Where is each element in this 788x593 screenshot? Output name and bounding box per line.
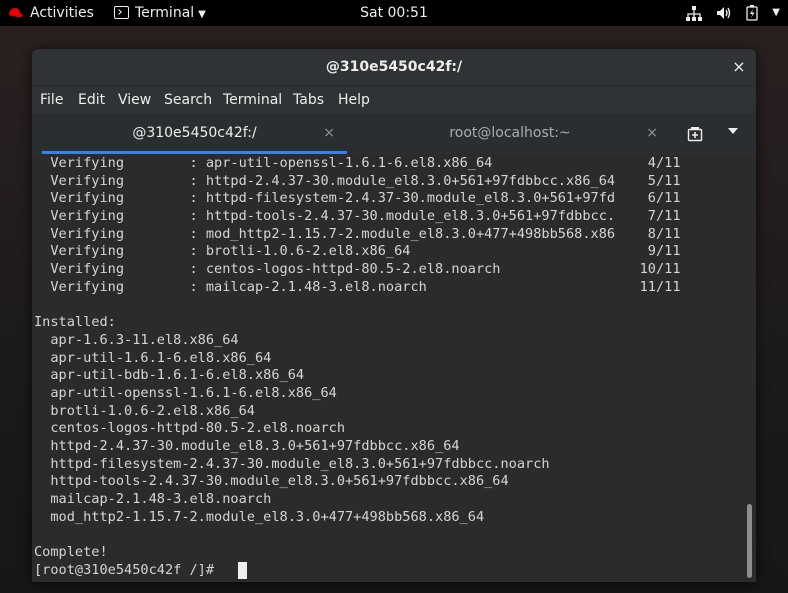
top-bar: Activities Terminal ▼ Sat 00:51 ▼ <box>0 0 788 26</box>
verifying-line: Verifying : httpd-2.4.37-30.module_el8.3… <box>34 172 681 189</box>
menu-bar: File Edit View Search Terminal Tabs Help <box>32 86 756 114</box>
installed-package: apr-util-openssl-1.6.1-6.el8.x86_64 <box>34 384 337 401</box>
tab-label: @310e5450c42f:/ <box>132 125 257 141</box>
installed-package: mod_http2-1.15.7-2.module_el8.3.0+477+49… <box>34 508 485 525</box>
menu-search[interactable]: Search <box>164 86 212 114</box>
clock[interactable]: Sat 00:51 <box>360 5 428 21</box>
menu-view[interactable]: View <box>118 86 151 114</box>
installed-package: apr-util-1.6.1-6.el8.x86_64 <box>34 349 272 366</box>
activities-label: Activities <box>30 5 94 21</box>
volume-icon[interactable] <box>716 6 732 20</box>
menu-help[interactable]: Help <box>338 86 370 114</box>
text-cursor <box>238 562 247 579</box>
terminal-icon <box>114 5 129 19</box>
verifying-line: Verifying : centos-logos-httpd-80.5-2.el… <box>34 261 681 278</box>
verifying-line: Verifying : brotli-1.0.6-2.el8.x86_64 9/… <box>34 243 681 260</box>
verifying-line: Verifying : httpd-filesystem-2.4.37-30.m… <box>34 190 681 207</box>
tab-label: root@localhost:~ <box>449 125 571 141</box>
chevron-down-icon: ▼ <box>198 9 206 20</box>
installed-package: httpd-tools-2.4.37-30.module_el8.3.0+561… <box>34 473 509 490</box>
tab-bar: @310e5450c42f:/ × root@localhost:~ × <box>32 114 756 154</box>
tab-close-button[interactable]: × <box>646 114 658 152</box>
verifying-line: Verifying : apr-util-openssl-1.6.1-6.el8… <box>34 155 681 171</box>
system-status-area[interactable]: ▼ <box>686 0 780 26</box>
installed-package: httpd-2.4.37-30.module_el8.3.0+561+97fdb… <box>34 438 460 454</box>
complete-message: Complete! <box>34 544 108 561</box>
activities-button[interactable]: Activities <box>6 0 94 26</box>
terminal-text: Verifying : apr-util-openssl-1.6.1-6.el8… <box>34 155 681 580</box>
app-menu-label: Terminal <box>135 5 195 21</box>
tab-310e5450c42f[interactable]: @310e5450c42f:/ × <box>42 114 347 154</box>
new-tab-icon[interactable] <box>687 126 703 142</box>
app-menu[interactable]: Terminal ▼ <box>114 0 206 26</box>
scrollbar-thumb[interactable] <box>747 504 752 578</box>
window-titlebar[interactable]: @310e5450c42f:/ × <box>32 49 756 86</box>
window-title: @310e5450c42f:/ <box>325 59 463 75</box>
installed-package: httpd-filesystem-2.4.37-30.module_el8.3.… <box>34 455 550 472</box>
system-menu-chevron-icon[interactable]: ▼ <box>772 0 780 26</box>
terminal-output[interactable]: Verifying : apr-util-openssl-1.6.1-6.el8… <box>32 154 756 582</box>
redhat-logo <box>6 8 23 19</box>
installed-header: Installed: <box>34 314 116 331</box>
installed-package: centos-logos-httpd-80.5-2.el8.noarch <box>34 420 345 437</box>
network-icon[interactable] <box>686 5 703 21</box>
installed-package: apr-1.6.3-11.el8.x86_64 <box>34 331 239 348</box>
terminal-window: @310e5450c42f:/ × File Edit View Search … <box>32 49 756 582</box>
tab-menu-chevron-icon[interactable] <box>728 128 738 134</box>
shell-prompt: [root@310e5450c42f /]# <box>34 561 223 578</box>
tab-root-localhost[interactable]: root@localhost:~ × <box>350 114 670 154</box>
installed-package: apr-util-bdb-1.6.1-6.el8.x86_64 <box>34 367 305 384</box>
battery-icon[interactable] <box>746 5 758 21</box>
verifying-line: Verifying : mailcap-2.1.48-3.el8.noarch … <box>34 278 681 295</box>
verifying-line: Verifying : httpd-tools-2.4.37-30.module… <box>34 208 681 225</box>
menu-file[interactable]: File <box>40 86 63 114</box>
menu-tabs[interactable]: Tabs <box>293 86 324 114</box>
close-window-button[interactable]: × <box>730 58 748 76</box>
menu-terminal[interactable]: Terminal <box>223 86 282 114</box>
menu-edit[interactable]: Edit <box>78 86 105 114</box>
installed-package: mailcap-2.1.48-3.el8.noarch <box>34 491 272 508</box>
verifying-line: Verifying : mod_http2-1.15.7-2.module_el… <box>34 225 681 242</box>
installed-package: brotli-1.0.6-2.el8.x86_64 <box>34 402 255 419</box>
tab-close-button[interactable]: × <box>323 114 335 152</box>
